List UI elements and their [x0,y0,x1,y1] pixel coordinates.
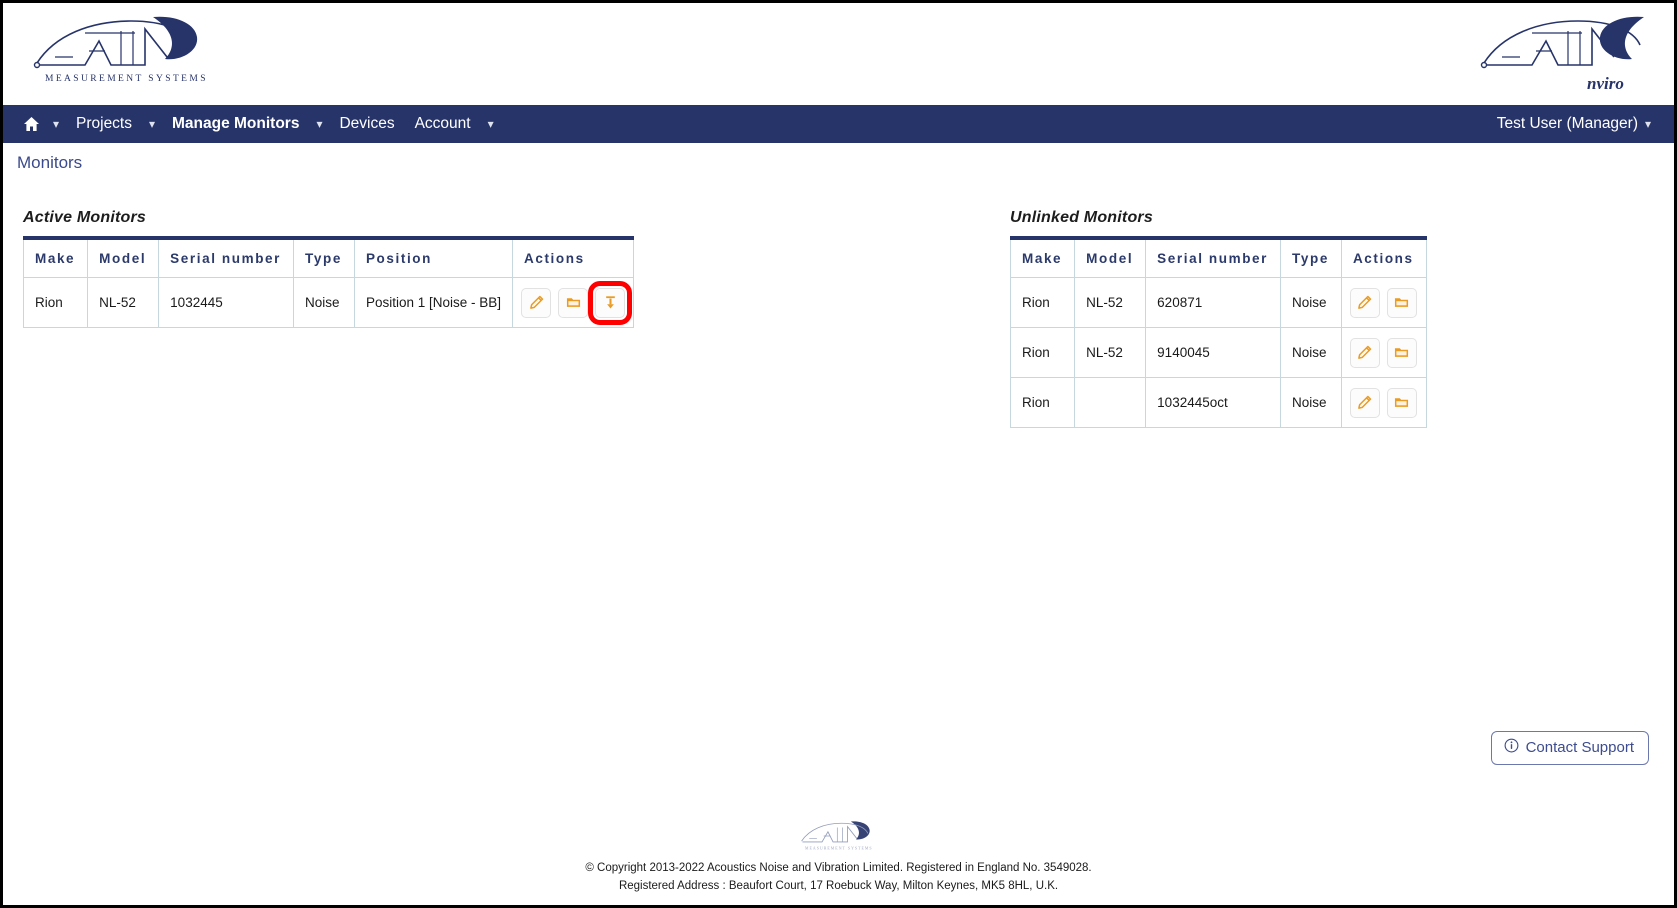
cell-make: Rion [1010,327,1076,378]
info-circle-icon [1504,738,1519,757]
user-menu-label[interactable]: Test User (Manager) [1497,115,1638,133]
cell-serial: 620871 [1145,277,1282,328]
nav-item-devices[interactable]: Devices [329,105,404,143]
active-monitors-block: Active Monitors Make Model Serial number… [23,209,634,328]
column-header-serial: Serial number [158,238,295,278]
cell-type: Noise [1280,327,1342,378]
cell-make: Rion [1010,277,1076,328]
table-header-row: Make Model Serial number Type Position A… [23,238,634,278]
action-button-group [521,280,632,325]
table-header-row: Make Model Serial number Type Actions [1010,238,1427,278]
cell-type: Noise [1280,277,1342,328]
unlinked-monitors-title: Unlinked Monitors [1010,209,1153,226]
table-row: Rion NL-52 9140045 Noise [1010,327,1427,378]
user-chevron-down-icon[interactable]: ▾ [1638,105,1658,143]
cell-actions [1341,378,1426,428]
footer-copyright: © Copyright 2013-2022 Acoustics Noise an… [585,862,1092,874]
page-footer: MEASUREMENT SYSTEMS © Copyright 2013-202… [3,819,1674,895]
column-header-position: Position [354,238,514,278]
action-button-group [1349,337,1418,368]
edit-monitor-button[interactable] [521,287,551,318]
nav-item-projects[interactable]: Projects [66,105,142,143]
anv-logo: MEASUREMENT SYSTEMS [25,11,225,89]
anv-logo-small: MEASUREMENT SYSTEMS [796,819,882,853]
column-header-actions: Actions [512,238,634,278]
column-header-type: Type [293,238,355,278]
cell-make: Rion [23,277,89,328]
cell-make: Rion [1010,377,1076,428]
page-header: MEASUREMENT SYSTEMS nviro [3,3,1674,105]
cell-actions [1341,277,1427,328]
cell-actions [513,278,634,328]
unlinked-monitors-block: Unlinked Monitors Make Model Serial numb… [1010,209,1427,428]
footer-address: Registered Address : Beaufort Court, 17 … [618,880,1059,892]
nav-item-account[interactable]: Account [405,105,481,143]
cell-model: NL-52 [1074,327,1147,378]
unlinked-monitors-table: Make Model Serial number Type Actions Ri… [1010,236,1427,428]
active-monitors-table: Make Model Serial number Type Position A… [23,236,634,328]
open-folder-button[interactable] [558,287,588,318]
anv-logo-tagline: MEASUREMENT SYSTEMS [45,74,208,84]
main-navbar: ▾ Projects ▾ Manage Monitors ▾ Devices A… [3,105,1674,143]
cell-type: Noise [1280,377,1342,428]
cell-model [1074,377,1147,428]
home-icon[interactable] [15,116,46,132]
edit-monitor-button[interactable] [1349,287,1380,318]
action-button-group [1349,287,1418,318]
anv-enviro-subtext: nviro [1587,74,1624,93]
cell-model: NL-52 [87,277,160,328]
column-header-serial: Serial number [1145,238,1282,278]
navbar-left-group: ▾ Projects ▾ Manage Monitors ▾ Devices A… [15,105,501,143]
active-monitors-title: Active Monitors [23,209,147,226]
navbar-right-group: Test User (Manager) ▾ [1497,105,1658,143]
cell-actions [1341,327,1427,378]
contact-support-label: Contact Support [1525,739,1634,756]
column-header-make: Make [1010,238,1076,278]
nav-item-manage-monitors[interactable]: Manage Monitors [162,105,309,143]
cell-serial: 9140045 [1145,327,1282,378]
cell-model: NL-52 [1074,277,1147,328]
home-chevron-down-icon[interactable]: ▾ [46,105,66,143]
page-content: Monitors Active Monitors Make Model Seri… [3,143,1674,703]
column-header-model: Model [87,238,160,278]
edit-monitor-button[interactable] [1349,337,1380,368]
edit-monitor-button[interactable] [1349,387,1380,418]
svg-text:MEASUREMENT SYSTEMS: MEASUREMENT SYSTEMS [805,847,873,851]
open-folder-button[interactable] [1386,287,1417,318]
column-header-actions: Actions [1341,238,1427,278]
open-folder-button[interactable] [1386,387,1417,418]
cell-position: Position 1 [Noise - BB] [354,277,514,328]
column-header-model: Model [1074,238,1147,278]
column-header-type: Type [1280,238,1342,278]
table-row: Rion NL-52 1032445 Noise Position 1 [Noi… [23,277,634,328]
cell-serial: 1032445 [158,277,295,328]
open-folder-button[interactable] [1386,337,1417,368]
breadcrumb[interactable]: Monitors [17,143,1654,173]
contact-support-button[interactable]: Contact Support [1490,731,1649,765]
unlink-monitor-button[interactable] [588,280,632,325]
cell-type: Noise [293,277,355,328]
action-button-group [1349,387,1418,418]
monitors-tables-row: Active Monitors Make Model Serial number… [23,173,1654,428]
page-root: MEASUREMENT SYSTEMS nviro ▾ Projects ▾ M… [0,0,1677,908]
account-chevron-down-icon[interactable]: ▾ [481,105,501,143]
manage-monitors-chevron-down-icon[interactable]: ▾ [309,105,329,143]
anv-enviro-logo: nviro [1469,11,1654,99]
table-row: Rion 1032445oct Noise [1010,377,1427,428]
projects-chevron-down-icon[interactable]: ▾ [142,105,162,143]
column-header-make: Make [23,238,89,278]
table-row: Rion NL-52 620871 Noise [1010,277,1427,328]
cell-serial: 1032445oct [1145,377,1282,428]
